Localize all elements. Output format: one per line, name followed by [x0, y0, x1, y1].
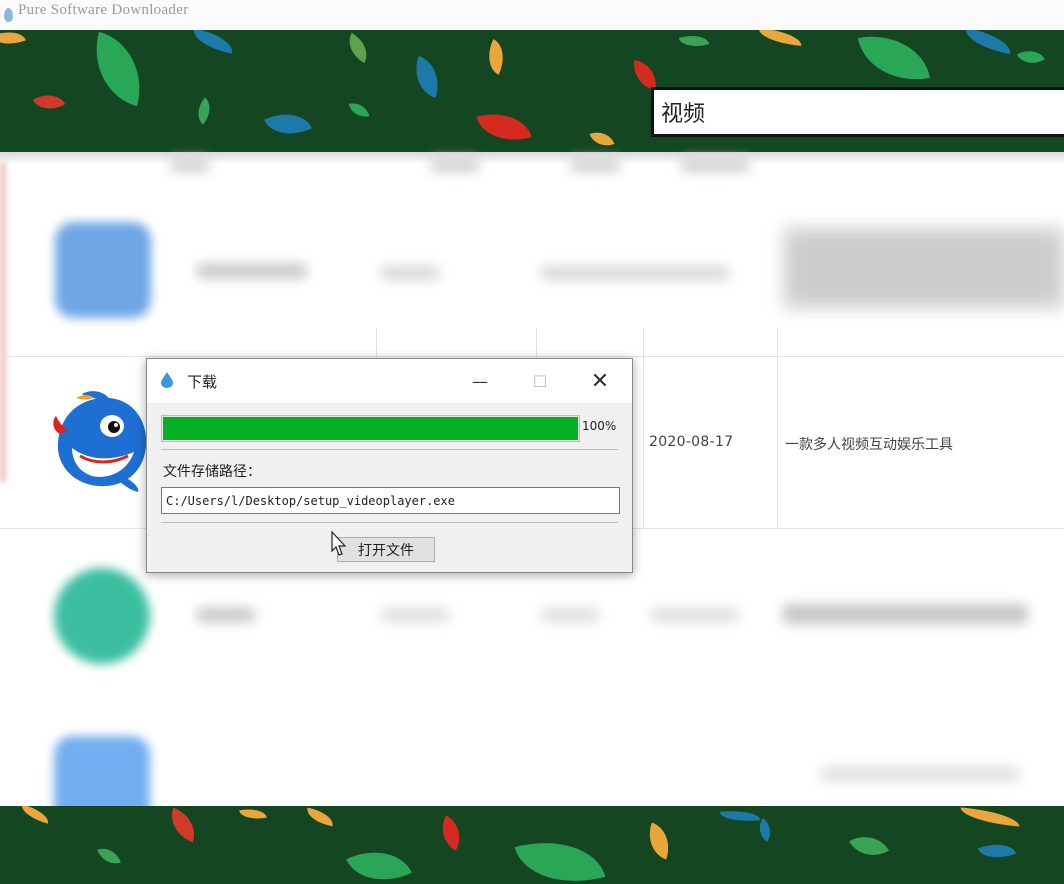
blurred-column-header — [570, 158, 620, 172]
blurred-version — [540, 608, 600, 622]
blurred-column-header — [680, 158, 750, 172]
divider — [161, 449, 618, 450]
blurred-description — [782, 604, 1028, 624]
blurred-description — [820, 766, 1020, 782]
blurred-size — [380, 266, 440, 280]
column-divider — [376, 328, 377, 358]
save-path-input[interactable] — [162, 488, 619, 513]
release-date: 2020-08-17 — [649, 434, 734, 450]
app-title: Pure Software Downloader — [18, 2, 189, 18]
blurred-date — [650, 608, 740, 622]
dialog-title-bar: 下载 — ☐ ✕ — [147, 359, 632, 403]
mouse-cursor-icon — [331, 531, 347, 556]
blurred-column-header — [430, 158, 480, 172]
blurred-name — [196, 608, 256, 622]
download-dialog: 下载 — ☐ ✕ 100% 文件存储路径： 打开文件 — [146, 358, 633, 573]
blurred-description — [784, 228, 1064, 308]
blurred-date — [540, 266, 730, 280]
close-icon[interactable]: ✕ — [577, 367, 623, 395]
open-file-button[interactable]: 打开文件 — [337, 537, 435, 562]
maximize-icon[interactable]: ☐ — [517, 367, 563, 395]
column-divider — [777, 328, 778, 528]
search-input[interactable] — [654, 90, 1064, 134]
dolphin-logo — [53, 391, 147, 492]
dialog-title: 下载 — [187, 373, 218, 391]
blurred-name — [196, 264, 308, 278]
blurred-column-header — [170, 158, 210, 172]
save-path-field[interactable] — [161, 487, 620, 514]
progress-percent: 100% — [582, 419, 617, 433]
play-icon — [54, 568, 150, 664]
row-divider — [0, 356, 1064, 357]
divider — [161, 522, 618, 523]
bottom-banner — [0, 806, 1064, 884]
search-box[interactable] — [651, 87, 1064, 137]
software-description: 一款多人视频互动娱乐工具 — [785, 437, 953, 453]
column-divider — [643, 328, 644, 528]
list-left-edge — [0, 162, 6, 482]
download-progress-bar — [161, 415, 580, 442]
cloud-icon — [55, 222, 151, 318]
minimize-icon[interactable]: — — [457, 367, 503, 395]
progress-fill — [163, 417, 578, 440]
save-path-label: 文件存储路径： — [163, 464, 261, 480]
list-top-shadow — [0, 152, 1064, 164]
app-title-bar: Pure Software Downloader — [0, 0, 1064, 30]
water-drop-icon — [161, 372, 173, 388]
app-icon — [4, 8, 13, 22]
blurred-size — [380, 608, 450, 622]
column-divider — [536, 328, 537, 358]
